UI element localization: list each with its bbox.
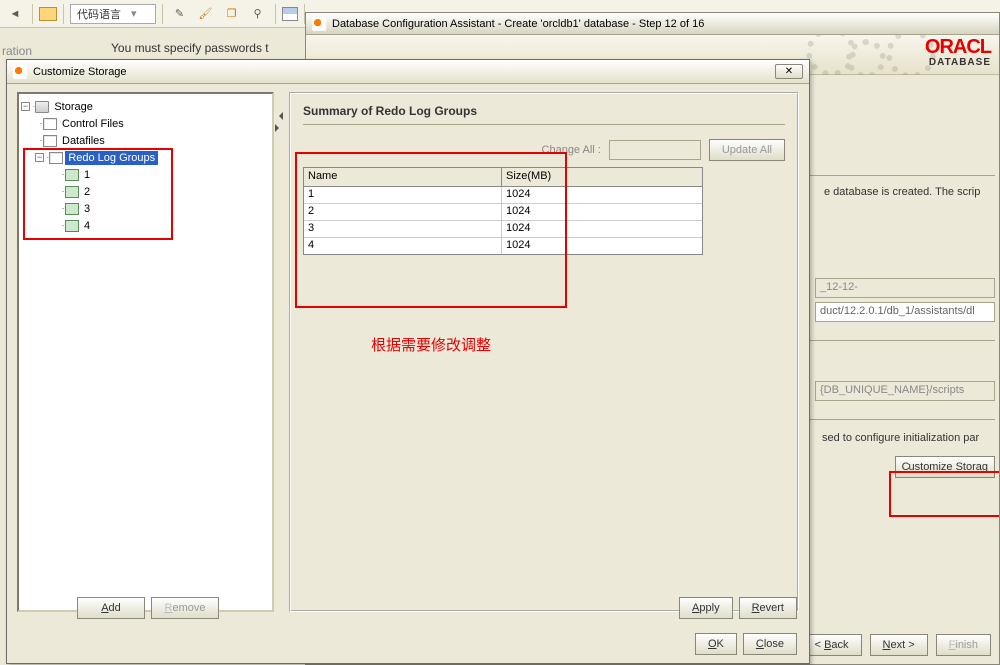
dbca-title-text: Database Configuration Assistant - Creat… bbox=[332, 18, 704, 30]
summary-panel: Summary of Redo Log Groups Change All : … bbox=[289, 92, 799, 612]
format-icon[interactable]: ❐ bbox=[221, 3, 243, 25]
path-field-2[interactable]: duct/12.2.0.1/db_1/assistants/dl bbox=[815, 302, 995, 322]
remove-button: Remove bbox=[151, 597, 219, 619]
dialog-titlebar[interactable]: Customize Storage ✕ bbox=[7, 60, 809, 84]
tree-control-files[interactable]: ··· Control Files bbox=[21, 115, 270, 132]
update-all-button: Update All bbox=[709, 139, 785, 161]
section-title: Summary of Redo Log Groups bbox=[303, 104, 785, 125]
ok-button[interactable]: OK bbox=[695, 633, 737, 655]
dbca-footer: < Back Next > FFinishinish bbox=[802, 634, 991, 656]
path-field-3[interactable]: {DB_UNIQUE_NAME}/scripts bbox=[815, 381, 995, 401]
code-language-select[interactable]: 代码语言 ▾ bbox=[70, 4, 156, 24]
path-field-1[interactable]: _12-12- bbox=[815, 278, 995, 298]
oracle-subtitle: DATABASE bbox=[929, 57, 991, 68]
image-icon[interactable] bbox=[39, 7, 57, 21]
customize-storage-dialog: Customize Storage ✕ − ·· Storage ··· Con… bbox=[6, 59, 810, 664]
chain-icon[interactable]: ⚲ bbox=[247, 3, 269, 25]
red-highlight-tree bbox=[23, 148, 173, 240]
red-note: 根据需要修改调整 bbox=[371, 334, 491, 355]
dialog-title: Customize Storage bbox=[33, 66, 127, 78]
tree-root[interactable]: − ·· Storage bbox=[21, 98, 270, 115]
collapse-icon[interactable]: − bbox=[21, 102, 30, 111]
red-highlight-customize bbox=[889, 471, 999, 517]
red-highlight-table bbox=[295, 152, 567, 308]
close-button[interactable]: Close bbox=[743, 633, 797, 655]
java-icon bbox=[13, 65, 27, 79]
apply-button[interactable]: Apply bbox=[679, 597, 733, 619]
revert-button[interactable]: Revert bbox=[739, 597, 797, 619]
storage-tree[interactable]: − ·· Storage ··· Control Files ··· Dataf… bbox=[17, 92, 274, 612]
brush-icon[interactable]: 🖌 bbox=[195, 3, 217, 25]
file-icon bbox=[43, 118, 57, 130]
next-button[interactable]: Next > bbox=[870, 634, 928, 656]
table-icon[interactable] bbox=[282, 7, 298, 21]
close-icon[interactable]: ✕ bbox=[775, 64, 803, 79]
splitter-handle[interactable] bbox=[275, 92, 283, 612]
finish-button: FFinishinish bbox=[936, 634, 991, 656]
password-prompt: You must specify passwords t bbox=[111, 41, 269, 55]
tree-datafiles[interactable]: ··· Datafiles bbox=[21, 132, 270, 149]
add-button[interactable]: Add bbox=[77, 597, 145, 619]
arrow-left-icon[interactable]: ◄ bbox=[4, 3, 26, 25]
back-button[interactable]: < Back bbox=[802, 634, 862, 656]
change-all-input[interactable] bbox=[609, 140, 701, 160]
oracle-logo: ORACL bbox=[925, 36, 991, 59]
dbca-titlebar: Database Configuration Assistant - Creat… bbox=[306, 13, 999, 35]
java-icon bbox=[312, 17, 326, 31]
eraser-icon[interactable]: ✎ bbox=[169, 3, 191, 25]
database-icon bbox=[35, 101, 49, 113]
file-icon bbox=[43, 135, 57, 147]
